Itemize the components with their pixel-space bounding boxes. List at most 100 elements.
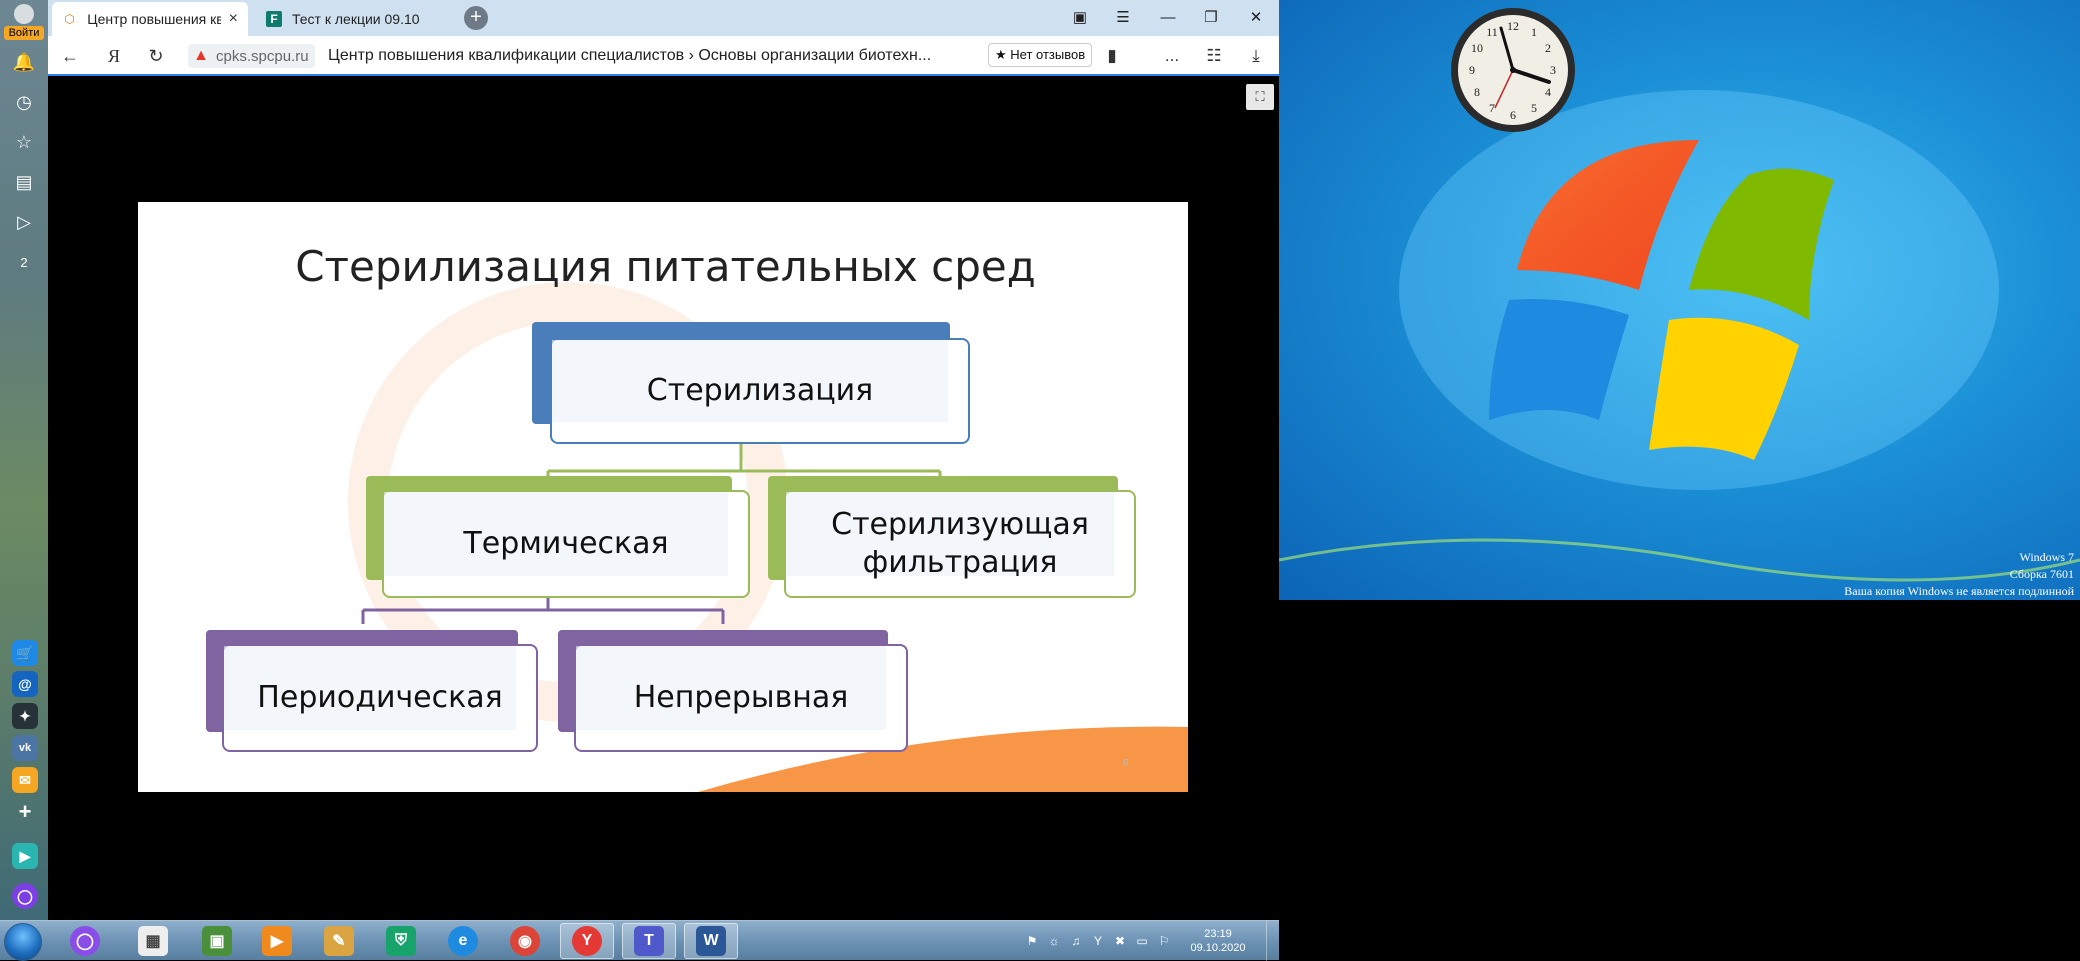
- alice-icon[interactable]: ◯: [12, 883, 38, 909]
- watermark-genuine: Ваша копия Windows не является подлинной: [1844, 584, 2074, 598]
- show-desktop-button[interactable]: [1266, 921, 1279, 961]
- taskbar-notepad[interactable]: ▦: [126, 923, 180, 959]
- continuous-node: Непрерывная: [574, 644, 908, 752]
- sparkle-icon[interactable]: ✦: [12, 703, 38, 729]
- tray-action-center-icon[interactable]: ⚐: [1156, 933, 1172, 949]
- taskbar-terminal[interactable]: ▣: [190, 923, 244, 959]
- back-icon[interactable]: ←: [58, 44, 82, 68]
- collections-icon[interactable]: ▤: [8, 166, 40, 198]
- browser-window: Войти 🔔 ◷ ☆ ▤ ▷ 2 🛒 @ ✦ vk ✉ + ▶ ◯ ⬡ Цен…: [0, 0, 1279, 920]
- reload-icon[interactable]: ↻: [144, 44, 168, 68]
- svg-text:7: 7: [1489, 101, 1495, 115]
- close-tab-icon[interactable]: ×: [229, 10, 238, 28]
- thermal-node: Термическая: [382, 490, 750, 598]
- vk-icon[interactable]: vk: [12, 735, 38, 761]
- paint-icon: ✎: [324, 926, 354, 956]
- tray-clock[interactable]: 23:19 09.10.2020: [1180, 927, 1256, 955]
- history-icon[interactable]: ◷: [8, 86, 40, 118]
- restore-icon[interactable]: ❐: [1196, 6, 1226, 30]
- bookmark-icon[interactable]: ▮: [1100, 44, 1124, 68]
- presentation-slide: Стерилизация питательных сред Стерилизац…: [138, 202, 1188, 792]
- play-icon[interactable]: ▷: [8, 206, 40, 238]
- svg-text:2: 2: [1545, 41, 1551, 55]
- messenger-icon[interactable]: ▶: [12, 843, 38, 869]
- taskbar-alice[interactable]: ◯: [58, 923, 112, 959]
- teams-icon: T: [634, 926, 664, 956]
- mail-at-icon[interactable]: @: [12, 671, 38, 697]
- svg-text:11: 11: [1486, 25, 1498, 39]
- taskbar: ◯ ▦ ▣ ▶ ✎ ⛨ e ◉ Y T W ⚑ ☼ ♫ Y ✖ ▭ ⚐ 23:1…: [0, 920, 1279, 961]
- taskbar-teams[interactable]: T: [622, 923, 676, 959]
- add-icon[interactable]: +: [12, 799, 38, 825]
- address-bar: ← Я ↻ ▲ cpks.spcpu.ru Центр повышения кв…: [48, 36, 1279, 76]
- taskbar-ie[interactable]: e: [436, 923, 490, 959]
- mail-icon[interactable]: ✉: [12, 767, 38, 793]
- taskbar-paint[interactable]: ✎: [312, 923, 366, 959]
- fullscreen-icon[interactable]: ⛶: [1246, 84, 1274, 110]
- close-window-icon[interactable]: ✕: [1241, 6, 1271, 30]
- browser-sidebar: Войти 🔔 ◷ ☆ ▤ ▷ 2 🛒 @ ✦ vk ✉ + ▶ ◯: [0, 0, 48, 920]
- tab-center[interactable]: ⬡ Центр повышения ква ×: [52, 2, 248, 36]
- svg-text:6: 6: [1510, 108, 1516, 122]
- tray-security-icon[interactable]: ✖: [1112, 933, 1128, 949]
- review-icon[interactable]: ☷: [1202, 44, 1226, 68]
- desktop[interactable]: 12 1 2 3 45 6 78 9 10 11 Windows 7 Сборка 7601…: [1279, 0, 2080, 600]
- bell-icon[interactable]: 🔔: [8, 46, 40, 78]
- video-player[interactable]: ⛶ Стерилизация питательных сред Стерилиз…: [48, 78, 1279, 920]
- shield-icon: ⛨: [386, 926, 416, 956]
- badge-icon[interactable]: 2: [8, 246, 40, 278]
- login-button[interactable]: Войти: [4, 4, 44, 40]
- watermark-build: Сборка 7601: [2009, 567, 2074, 581]
- tray-display-icon[interactable]: ▭: [1134, 933, 1150, 949]
- yandex-alice-icon: ◯: [70, 926, 100, 956]
- thermal-label: Термическая: [463, 526, 669, 561]
- filtration-node: Стерилизующая фильтрация: [784, 490, 1136, 598]
- svg-text:5: 5: [1531, 101, 1537, 115]
- menu-icon[interactable]: ☰: [1108, 6, 1138, 30]
- tray-time: 23:19: [1204, 928, 1232, 940]
- pin-icon[interactable]: ▣: [1065, 6, 1095, 30]
- svg-text:10: 10: [1471, 41, 1483, 55]
- site-info[interactable]: ▲ cpks.spcpu.ru: [188, 44, 315, 68]
- start-button[interactable]: [4, 923, 42, 961]
- notepad-icon: ▦: [138, 926, 168, 956]
- taskbar-chrome[interactable]: ◉: [498, 923, 552, 959]
- taskbar-yandex[interactable]: Y: [560, 923, 614, 959]
- more-icon[interactable]: ...: [1160, 44, 1184, 68]
- tab-test[interactable]: F Тест к лекции 09.10: [256, 2, 452, 36]
- taskbar-shield[interactable]: ⛨: [374, 923, 428, 959]
- market-icon[interactable]: 🛒: [12, 640, 38, 666]
- download-icon[interactable]: ⤓: [1244, 44, 1268, 68]
- warning-icon: ▲: [193, 47, 209, 64]
- reviews-button[interactable]: ★ Нет отзывов: [988, 43, 1093, 67]
- spbu-icon: ⬡: [64, 12, 75, 26]
- tray-flag-icon[interactable]: ⚑: [1024, 933, 1040, 949]
- tab-title: Тест к лекции 09.10: [292, 11, 420, 27]
- domain-text: cpks.spcpu.ru: [216, 47, 309, 65]
- svg-text:8: 8: [1474, 85, 1480, 99]
- internet-explorer-icon: e: [448, 926, 478, 956]
- clock-gadget[interactable]: 12 12 3 45 6 78 9 1011: [1449, 6, 1577, 134]
- slide-number: 6: [1123, 758, 1129, 769]
- minimize-icon[interactable]: —: [1153, 6, 1183, 30]
- yandex-icon[interactable]: Я: [102, 44, 126, 68]
- avatar: [14, 4, 34, 24]
- terminal-icon: ▣: [202, 926, 232, 956]
- page-title[interactable]: Центр повышения квалификации специалисто…: [328, 47, 931, 65]
- filtration-label: Стерилизующая фильтрация: [831, 507, 1089, 580]
- tray-volume-icon[interactable]: ♫: [1068, 933, 1084, 949]
- taskbar-word[interactable]: W: [684, 923, 738, 959]
- star-icon[interactable]: ☆: [8, 126, 40, 158]
- periodic-label: Периодическая: [257, 680, 503, 715]
- taskbar-media[interactable]: ▶: [250, 923, 304, 959]
- tray-network-icon[interactable]: ☼: [1046, 933, 1062, 949]
- tab-title: Центр повышения ква: [87, 11, 221, 27]
- continuous-label: Непрерывная: [633, 680, 849, 715]
- media-player-icon: ▶: [262, 926, 292, 956]
- tray-yandex-icon[interactable]: Y: [1090, 933, 1106, 949]
- new-tab-button[interactable]: +: [464, 6, 488, 30]
- svg-text:4: 4: [1545, 85, 1551, 99]
- svg-text:1: 1: [1531, 25, 1537, 39]
- tab-bar: ⬡ Центр повышения ква × F Тест к лекции …: [48, 0, 1279, 36]
- svg-text:12: 12: [1507, 19, 1519, 33]
